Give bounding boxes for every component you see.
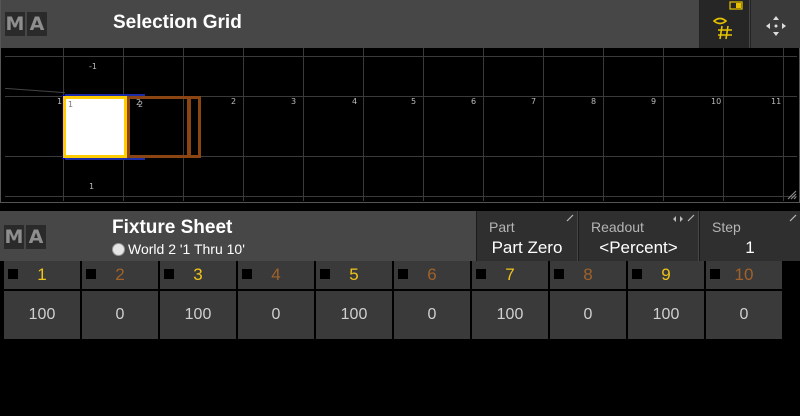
step-button[interactable]: Step 1 [699,211,800,261]
globe-icon [112,242,125,256]
fixture-column[interactable]: 6 0 [394,261,470,341]
step-label: Step [712,219,741,235]
selected-fixture-cell[interactable]: 1 [63,96,127,158]
fixture-cell[interactable]: 2 [127,96,191,158]
readout-button[interactable]: Readout <Percent> [578,211,698,261]
fixture-dimmer-value[interactable]: 100 [316,291,392,339]
fixture-column[interactable]: 1 100 [4,261,80,341]
col-label: 6 [471,97,477,106]
logo-m: M [4,225,24,249]
move-button[interactable] [750,0,800,48]
fixture-column[interactable]: 9 100 [628,261,704,341]
fixture-sheet-panel: M A Fixture Sheet World 2 '1 Thru 10' Pa… [0,211,800,416]
row-label: 1 [89,182,95,191]
fixture-dimmer-value[interactable]: 0 [706,291,782,339]
part-button[interactable]: Part Part Zero [476,211,577,261]
fixture-column[interactable]: 7 100 [472,261,548,341]
fixture-column[interactable]: 8 0 [550,261,626,341]
fixture-id: 8 [583,265,593,284]
cell-marker: 2 [138,100,144,109]
fixture-dimmer-value[interactable]: 0 [82,291,158,339]
fixture-cell[interactable] [187,96,201,158]
fixture-column[interactable]: 10 0 [706,261,782,341]
col-label: 2 [231,97,237,106]
fixture-column[interactable]: 4 0 [238,261,314,341]
move-arrows-icon [766,16,786,36]
selection-grid-canvas[interactable]: -1 1 1 2 2 3 4 5 6 7 8 9 10 11 1 2 [5,48,797,201]
fixture-sheet-title: Fixture Sheet [112,217,233,238]
col-label: 4 [352,97,358,106]
selection-grid-titlebar: M A Selection Grid [1,0,800,48]
edit-corner-icon [566,214,574,222]
col-label: 10 [711,97,722,106]
edit-corner-icon [687,214,695,222]
edit-corner-icon [789,214,797,222]
logo-a: A [26,225,46,249]
part-label: Part [489,219,515,235]
fixture-dimmer-value[interactable]: 100 [4,291,80,339]
cell-marker: 1 [68,100,74,109]
fixture-id: 7 [505,265,515,284]
row-label: -1 [89,62,97,71]
col-label: 8 [591,97,597,106]
readout-label: Readout [591,219,644,235]
grid-selection-button[interactable] [699,0,749,48]
world-text: World 2 '1 Thru 10' [128,241,245,257]
part-value: Part Zero [491,238,563,257]
fixture-dimmer-value[interactable]: 0 [550,291,626,339]
ma-logo[interactable]: M A [5,12,47,36]
fixture-column[interactable]: 2 0 [82,261,158,341]
logo-m: M [5,12,25,36]
selection-grid-panel: M A Selection Grid -1 1 1 2 2 3 4 5 6 7 … [0,0,800,203]
fixture-id: 1 [37,265,47,284]
selection-grid-title: Selection Grid [113,12,242,33]
fixture-column[interactable]: 5 100 [316,261,392,341]
fixture-id: 4 [271,265,281,284]
readout-value: <Percent> [599,238,678,257]
col-label: 1 [57,97,63,106]
fixture-dimmer-value[interactable]: 100 [160,291,236,339]
swipe-arrows-icon [673,216,683,222]
world-label: World 2 '1 Thru 10' [112,241,245,257]
fixture-dimmer-value[interactable]: 100 [472,291,548,339]
fixture-column[interactable]: 3 100 [160,261,236,341]
fixture-id: 9 [661,265,671,284]
fixture-id: 5 [349,265,359,284]
col-label: 5 [411,97,417,106]
fixture-id: 6 [427,265,437,284]
fixture-sheet-header: M A Fixture Sheet World 2 '1 Thru 10' Pa… [0,211,800,261]
ma-logo[interactable]: M A [4,225,46,249]
fixture-id: 3 [193,265,203,284]
fixture-dimmer-value[interactable]: 0 [394,291,470,339]
grid-selection-icon [712,1,743,40]
fixture-dimmer-value[interactable]: 0 [238,291,314,339]
fixture-id: 10 [734,265,754,284]
logo-a: A [27,12,47,36]
col-label: 7 [531,97,537,106]
col-label: 3 [291,97,297,106]
fixture-dimmer-value[interactable]: 100 [628,291,704,339]
col-label: 9 [651,97,657,106]
resize-grip-icon[interactable] [785,188,797,200]
fixture-row: 1 100 2 0 3 100 4 0 5 100 6 0 7 100 8 0 [0,261,800,341]
step-value: 1 [745,238,755,257]
fixture-id: 2 [115,265,125,284]
col-label: 11 [771,97,782,106]
